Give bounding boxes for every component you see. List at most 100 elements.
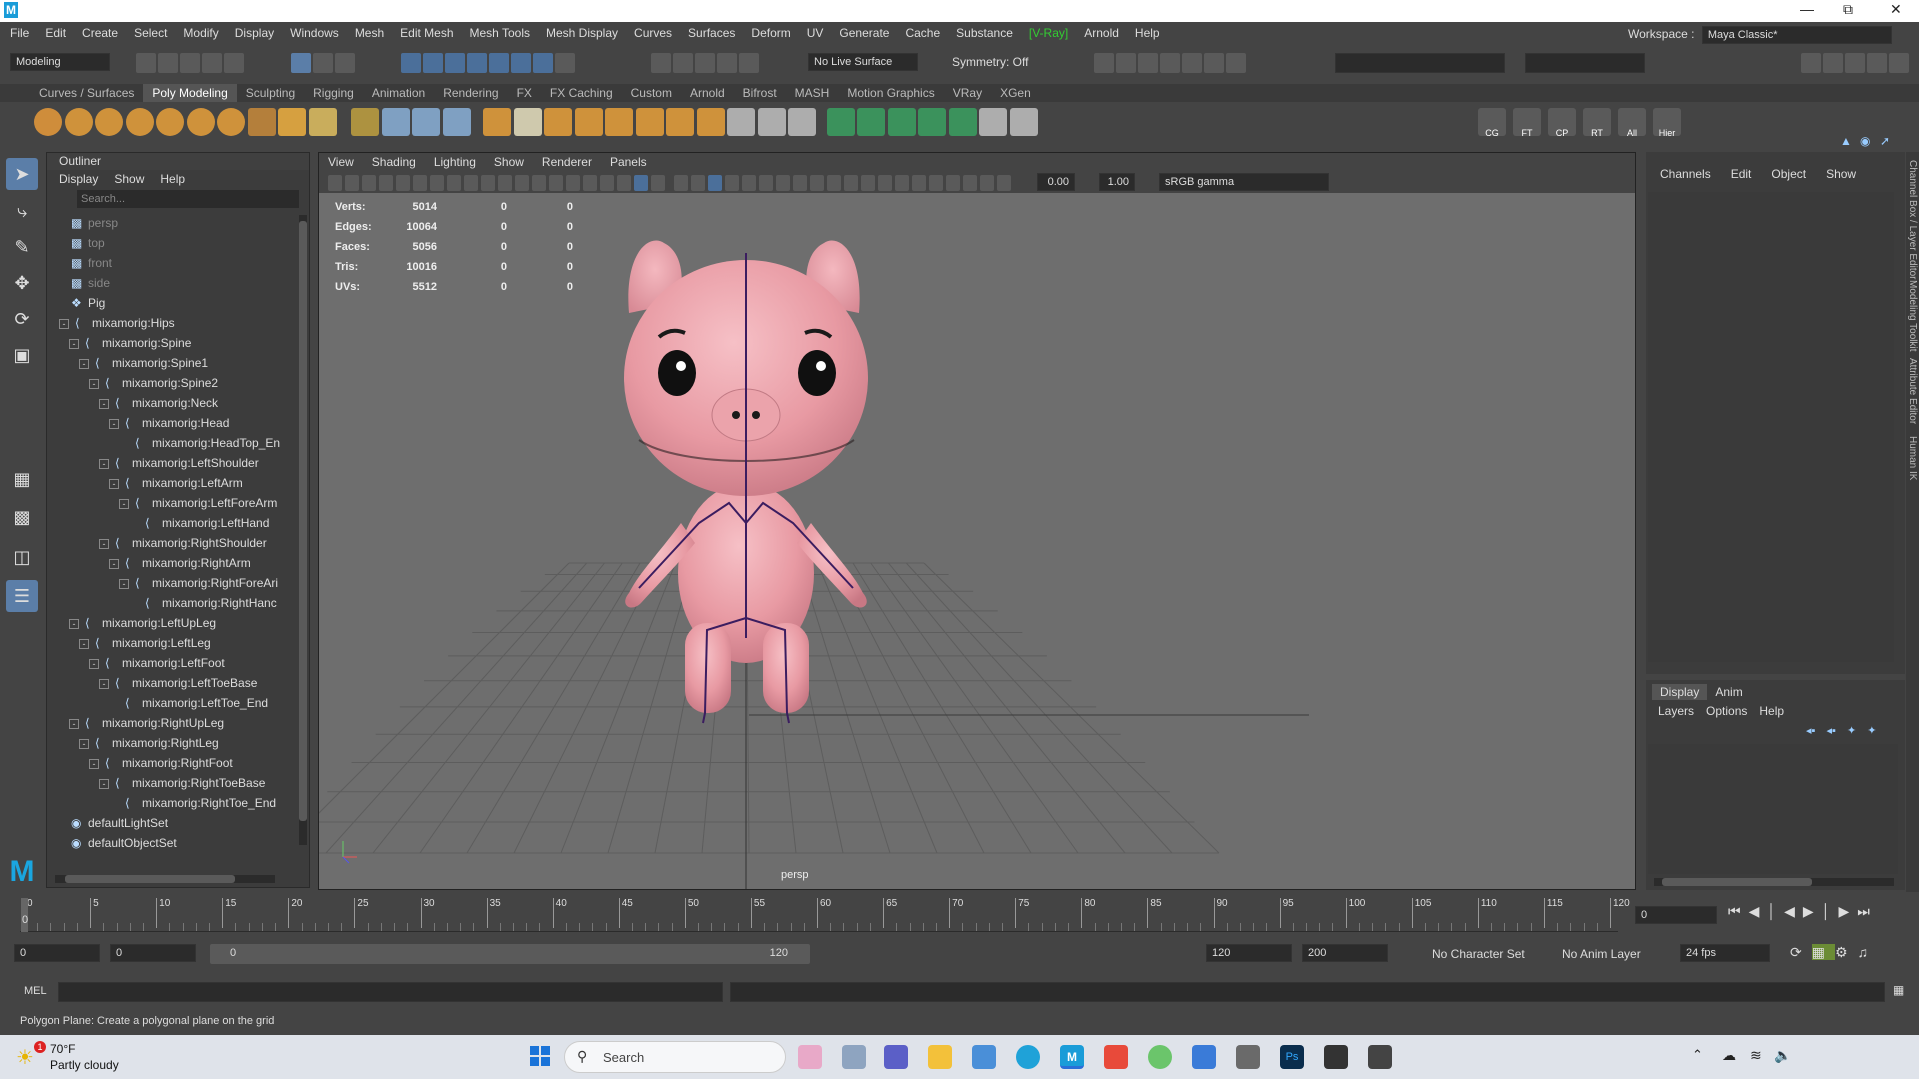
exposure-field[interactable]: 0.00 xyxy=(1037,173,1075,191)
outliner-item-mixamorig-leftforearm[interactable]: - ⟨ mixamorig:LeftForeArm xyxy=(119,493,277,513)
toggle-modeling-toolkit-icon[interactable] xyxy=(1801,53,1821,73)
outliner-item-front[interactable]: ▩ front xyxy=(71,253,112,273)
input-ops-icon[interactable] xyxy=(651,53,671,73)
two-pane-layout-icon[interactable]: ◫ xyxy=(6,541,38,573)
expand-toggle-icon[interactable]: - xyxy=(79,638,89,649)
viewport-tool-35-icon[interactable] xyxy=(929,175,943,191)
viewport-tool-3-icon[interactable] xyxy=(379,175,393,191)
toggle-attribute-editor-icon[interactable] xyxy=(1823,53,1843,73)
current-frame-field[interactable]: 0 xyxy=(1635,906,1717,924)
expand-toggle-icon[interactable]: - xyxy=(119,578,129,589)
open-scene-icon[interactable] xyxy=(158,53,178,73)
viewport-tool-34-icon[interactable] xyxy=(912,175,926,191)
shelf-tab-arnold[interactable]: Arnold xyxy=(681,84,734,102)
viewport-tool-37-icon[interactable] xyxy=(963,175,977,191)
outliner-item-mixamorig-rightshoulder[interactable]: - ⟨ mixamorig:RightShoulder xyxy=(99,533,267,553)
playback-end-field[interactable]: 120 xyxy=(1206,944,1292,962)
expand-toggle-icon[interactable]: - xyxy=(89,378,99,389)
outliner-item-mixamorig-rightleg[interactable]: - ⟨ mixamorig:RightLeg xyxy=(79,733,219,753)
taskbar-store-icon[interactable] xyxy=(972,1045,996,1069)
expand-toggle-icon[interactable]: - xyxy=(59,318,69,329)
viewport-tool-24-icon[interactable] xyxy=(742,175,756,191)
side-tab-human-ik[interactable]: Human IK xyxy=(1907,436,1918,480)
minimize-button[interactable]: — xyxy=(1800,1,1814,17)
shelf-uv-planar-icon[interactable] xyxy=(857,108,885,136)
shelf-tab-poly-modeling[interactable]: Poly Modeling xyxy=(143,84,237,102)
shelf-tab-rigging[interactable]: Rigging xyxy=(304,84,363,102)
taskbar-photoshop-icon[interactable]: Ps xyxy=(1280,1045,1304,1069)
expand-toggle-icon[interactable]: - xyxy=(69,338,79,349)
shelf-connect-icon[interactable] xyxy=(788,108,816,136)
channel-menu-show[interactable]: Show xyxy=(1816,160,1866,188)
animation-end-field[interactable]: 200 xyxy=(1302,944,1388,962)
close-button[interactable]: ✕ xyxy=(1890,1,1902,18)
outliner-menu-help[interactable]: Help xyxy=(152,170,193,188)
shelf-tab-vray[interactable]: VRay xyxy=(944,84,991,102)
shelf-hier-icon[interactable]: Hier xyxy=(1653,108,1681,136)
shelf-tab-curves-surfaces[interactable]: Curves / Surfaces xyxy=(30,84,143,102)
viewport-tool-18-icon[interactable] xyxy=(634,175,648,191)
expand-toggle-icon[interactable]: - xyxy=(79,738,89,749)
side-tab-attribute-editor[interactable]: Attribute Editor xyxy=(1907,358,1918,424)
outliner-item-defaultobjectset[interactable]: ◉ defaultObjectSet xyxy=(71,833,177,853)
expand-toggle-icon[interactable]: - xyxy=(99,538,109,549)
shelf-uv-sphere-icon[interactable] xyxy=(948,108,977,136)
character-set-dropdown[interactable]: No Character Set xyxy=(1432,947,1525,961)
viewport-tool-31-icon[interactable] xyxy=(861,175,875,191)
snap-grid-icon[interactable] xyxy=(401,53,421,73)
menu-mesh-display[interactable]: Mesh Display xyxy=(538,22,626,44)
snap-curve-icon[interactable] xyxy=(423,53,443,73)
lasso-icon[interactable] xyxy=(739,53,759,73)
outliner-item-mixamorig-lefttoe-end[interactable]: ⟨ mixamorig:LeftToe_End xyxy=(109,693,268,713)
outliner-item-mixamorig-righttoebase[interactable]: - ⟨ mixamorig:RightToeBase xyxy=(99,773,265,793)
outliner-item-persp[interactable]: ▩ persp xyxy=(71,213,118,233)
layer-menu-help[interactable]: Help xyxy=(1753,702,1790,720)
viewport-tool-30-icon[interactable] xyxy=(844,175,858,191)
snap-view-icon[interactable] xyxy=(467,53,487,73)
shelf-target-weld-icon[interactable] xyxy=(757,108,786,136)
render-frame-icon[interactable] xyxy=(1094,53,1114,73)
gamma-field[interactable]: 1.00 xyxy=(1099,173,1135,191)
viewport-tool-39-icon[interactable] xyxy=(997,175,1011,191)
magnet-icon[interactable] xyxy=(717,53,737,73)
shelf-tab-rendering[interactable]: Rendering xyxy=(434,84,507,102)
taskbar-taskview-icon[interactable] xyxy=(842,1045,866,1069)
viewport-tool-33-icon[interactable] xyxy=(895,175,909,191)
new-layer-icon[interactable]: ✦ xyxy=(1847,725,1856,737)
range-bar[interactable]: 0 120 xyxy=(210,944,810,964)
anim-prefs-icon[interactable]: ⚙ xyxy=(1835,944,1858,960)
select-tool-icon[interactable]: ➤ xyxy=(6,158,38,190)
viewport-menu-shading[interactable]: Shading xyxy=(363,153,425,171)
shelf-tab-fx-caching[interactable]: FX Caching xyxy=(541,84,622,102)
viewport-tool-12-icon[interactable] xyxy=(532,175,546,191)
tray-cloud-icon[interactable]: ☁ xyxy=(1722,1047,1736,1064)
outliner-item-mixamorig-rightfoot[interactable]: - ⟨ mixamorig:RightFoot xyxy=(89,753,233,773)
viewport-panel[interactable]: View Shading Lighting Show Renderer Panels 0.… xyxy=(318,152,1636,890)
menu-generate[interactable]: Generate xyxy=(831,22,897,44)
menu-mesh[interactable]: Mesh xyxy=(347,22,392,44)
maximize-button[interactable]: ⧉ xyxy=(1843,1,1853,18)
single-perspective-layout-icon[interactable]: ▦ xyxy=(6,463,38,495)
symmetry-dropdown[interactable]: Symmetry: Off xyxy=(952,55,1028,69)
shelf-uv-editor-icon[interactable] xyxy=(826,108,855,136)
outliner-item-mixamorig-leftshoulder[interactable]: - ⟨ mixamorig:LeftShoulder xyxy=(99,453,259,473)
toggle-channel-box-icon[interactable] xyxy=(1867,53,1887,73)
viewport-tool-2-icon[interactable] xyxy=(362,175,376,191)
layer-menu-layers[interactable]: Layers xyxy=(1652,702,1700,720)
tray-volume-icon[interactable]: 🔈 xyxy=(1774,1047,1791,1064)
viewport-tool-6-icon[interactable] xyxy=(430,175,444,191)
input-line-field[interactable] xyxy=(1335,53,1505,73)
rotate-tool-icon[interactable]: ⟳ xyxy=(6,303,38,335)
expand-toggle-icon[interactable]: - xyxy=(99,778,109,789)
viewport-menu-renderer[interactable]: Renderer xyxy=(533,153,601,171)
snap-live-icon[interactable] xyxy=(511,53,531,73)
menu-display[interactable]: Display xyxy=(227,22,282,44)
expand-toggle-icon[interactable]: - xyxy=(89,658,99,669)
render-setup-icon[interactable] xyxy=(1204,53,1224,73)
viewport-tool-14-icon[interactable] xyxy=(566,175,580,191)
viewport-tool-36-icon[interactable] xyxy=(946,175,960,191)
shelf-uv-layout-icon[interactable] xyxy=(1009,108,1038,136)
shelf-platonic-icon[interactable] xyxy=(247,108,276,136)
shelf-rt-icon[interactable]: RT xyxy=(1583,108,1611,136)
shelf-plane-icon[interactable] xyxy=(186,108,215,136)
